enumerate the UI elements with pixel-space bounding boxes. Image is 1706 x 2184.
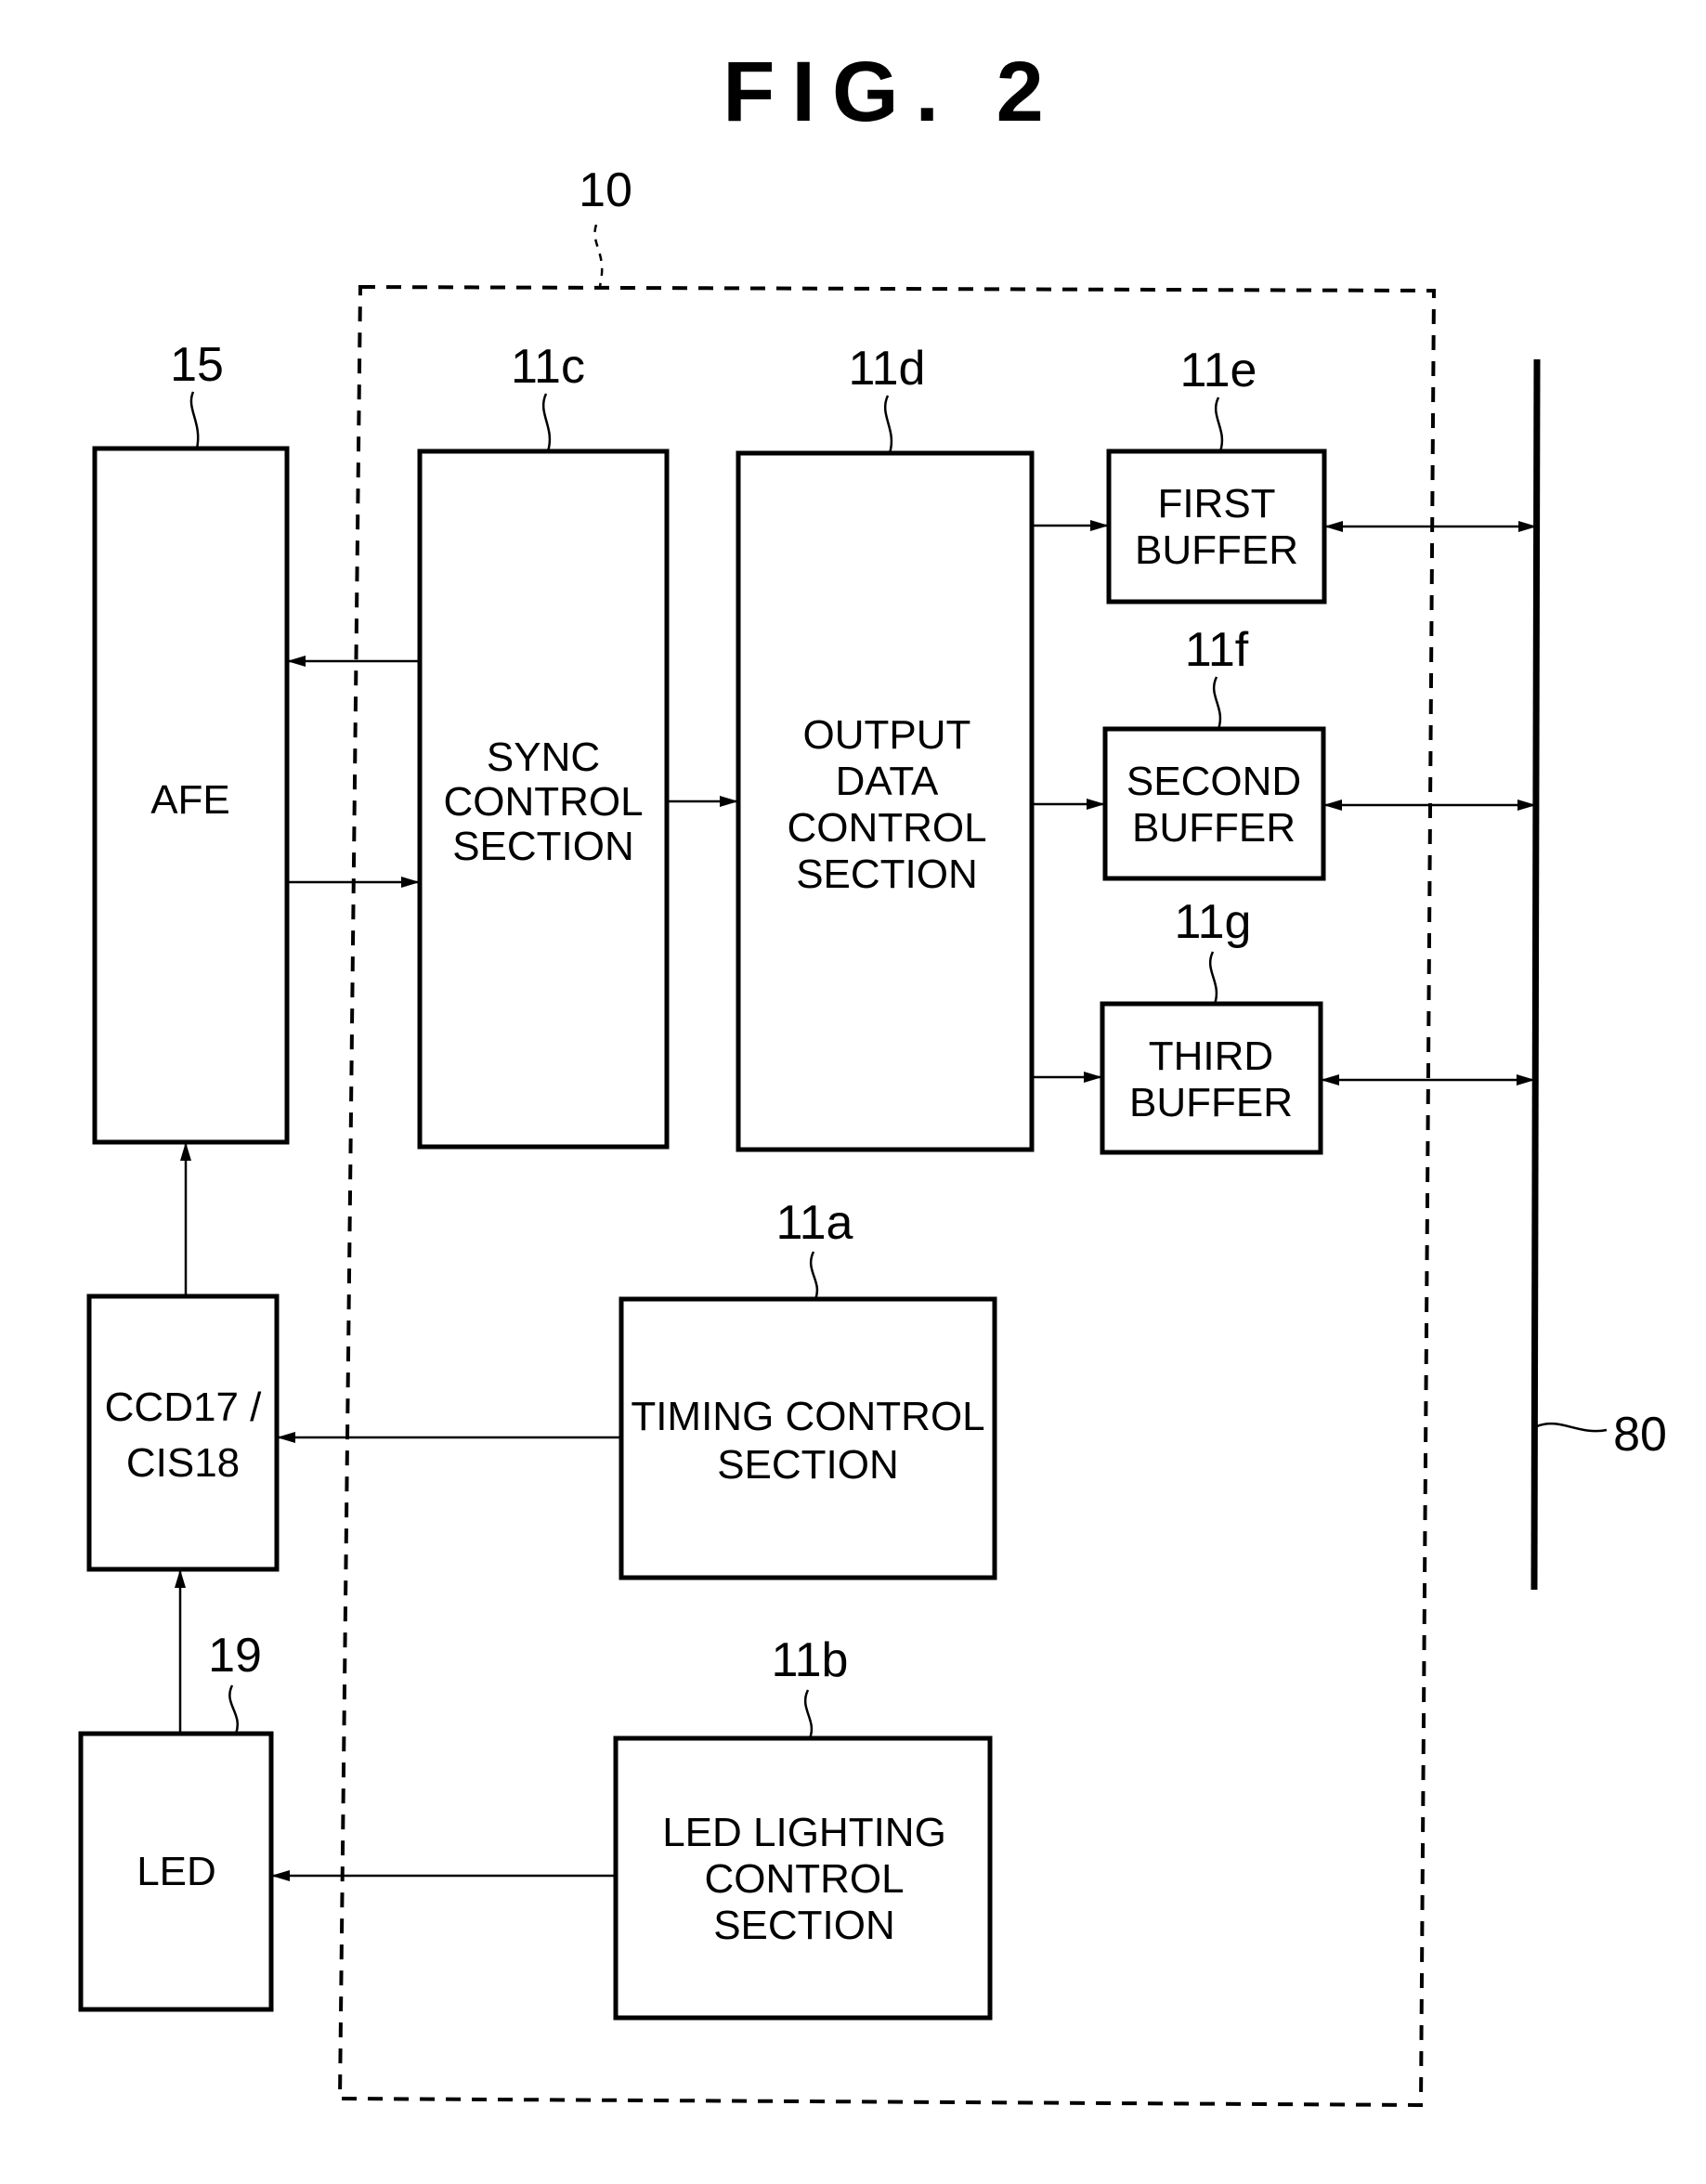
led-ref: 19	[208, 1629, 262, 1683]
svg-text:LED: LED	[137, 1849, 216, 1894]
svg-text:BUFFER: BUFFER	[1132, 805, 1296, 851]
sync-label-line-2: CONTROL	[443, 779, 643, 825]
first-buffer-block: FIRST BUFFER	[1106, 448, 1327, 604]
ccd-label-line-2: CIS18	[126, 1440, 240, 1486]
led-lighting-leader	[803, 1689, 814, 1739]
timing-label-line-1: TIMING CONTROL	[631, 1394, 984, 1439]
container-ref: 10	[579, 163, 632, 217]
third-buffer-leader	[1208, 951, 1218, 1005]
ccd-label-line-1: CCD17 /	[105, 1384, 262, 1430]
output-label-line-2: DATA	[836, 759, 939, 804]
first-buffer-label-line-2: BUFFER	[1135, 527, 1298, 573]
led-block: LED	[78, 1731, 274, 2012]
sync-control-block: SYNC CONTROL SECTION	[417, 448, 670, 1150]
third-buffer-block: THIRD BUFFER	[1100, 1001, 1323, 1155]
led-label: LED	[137, 1849, 216, 1894]
third-buffer-label-line-1: THIRD	[1149, 1034, 1273, 1079]
sync-ref: 11c	[511, 340, 585, 394]
afe-label: AFE	[150, 777, 230, 823]
timing-ref: 11a	[776, 1196, 853, 1250]
third-buffer-ref: 11g	[1175, 895, 1252, 949]
sync-leader	[541, 393, 552, 452]
svg-text:CONTROL: CONTROL	[704, 1856, 904, 1902]
svg-text:AFE: AFE	[150, 777, 230, 823]
svg-text:CONTROL: CONTROL	[443, 779, 643, 825]
output-label-line-3: CONTROL	[787, 805, 986, 851]
second-buffer-leader	[1212, 676, 1222, 730]
led-leader	[228, 1684, 239, 1735]
svg-text:SECTION: SECTION	[717, 1442, 899, 1488]
first-buffer-leader	[1214, 396, 1224, 452]
svg-text:FIRST: FIRST	[1157, 481, 1275, 526]
svg-text:SECOND: SECOND	[1126, 759, 1301, 804]
afe-block: AFE	[92, 446, 290, 1145]
second-buffer-label-line-1: SECOND	[1126, 759, 1301, 804]
first-buffer-label-line-1: FIRST	[1157, 481, 1275, 526]
svg-text:TIMING CONTROL: TIMING CONTROL	[631, 1394, 984, 1439]
output-data-control-block: OUTPUT DATA CONTROL SECTION	[736, 450, 1035, 1152]
output-ref: 11d	[849, 342, 926, 396]
figure-title: FIG. 2	[723, 45, 1061, 139]
svg-text:BUFFER: BUFFER	[1135, 527, 1298, 573]
sync-label-line-1: SYNC	[487, 734, 600, 780]
second-buffer-label-line-2: BUFFER	[1132, 805, 1296, 851]
led-lighting-label-line-3: SECTION	[713, 1903, 895, 1948]
bus-leader	[1536, 1422, 1608, 1433]
svg-text:LED LIGHTING: LED LIGHTING	[662, 1810, 946, 1855]
output-leader	[883, 395, 893, 454]
ccd-cis-block: CCD17 / CIS18	[86, 1294, 280, 1572]
third-buffer-label-line-2: BUFFER	[1129, 1080, 1293, 1125]
svg-text:BUFFER: BUFFER	[1129, 1080, 1293, 1125]
led-lighting-label-line-2: CONTROL	[704, 1856, 904, 1902]
svg-text:SECTION: SECTION	[796, 852, 978, 897]
svg-text:CIS18: CIS18	[126, 1440, 240, 1486]
output-label-line-1: OUTPUT	[803, 712, 971, 758]
svg-text:CONTROL: CONTROL	[787, 805, 986, 851]
afe-ref: 15	[170, 338, 224, 392]
bus-80	[1530, 358, 1541, 1591]
container-leader	[593, 224, 604, 288]
svg-text:OUTPUT: OUTPUT	[803, 712, 971, 758]
led-lighting-control-block: LED LIGHTING CONTROL SECTION	[613, 1736, 993, 2021]
timing-control-block: TIMING CONTROL SECTION	[619, 1296, 997, 1580]
svg-text:DATA: DATA	[836, 759, 939, 804]
sync-label-line-3: SECTION	[452, 824, 634, 869]
led-lighting-ref: 11b	[772, 1633, 849, 1687]
led-lighting-label-line-1: LED LIGHTING	[662, 1810, 946, 1855]
svg-text:THIRD: THIRD	[1149, 1034, 1273, 1079]
first-buffer-ref: 11e	[1180, 344, 1257, 397]
bus-ref: 80	[1613, 1408, 1667, 1462]
timing-label-line-2: SECTION	[717, 1442, 899, 1488]
svg-text:SECTION: SECTION	[713, 1903, 895, 1948]
second-buffer-ref: 11f	[1185, 623, 1249, 677]
output-label-line-4: SECTION	[796, 852, 978, 897]
timing-leader	[809, 1251, 819, 1300]
svg-text:SYNC: SYNC	[487, 734, 600, 780]
second-buffer-block: SECOND BUFFER	[1102, 726, 1326, 881]
block-diagram: FIG. 2 10 80 AFE 15 SYNC CONTROL SECTION…	[78, 45, 1667, 2108]
svg-text:SECTION: SECTION	[452, 824, 634, 869]
svg-text:CCD17 /: CCD17 /	[105, 1384, 262, 1430]
afe-leader	[189, 391, 200, 449]
